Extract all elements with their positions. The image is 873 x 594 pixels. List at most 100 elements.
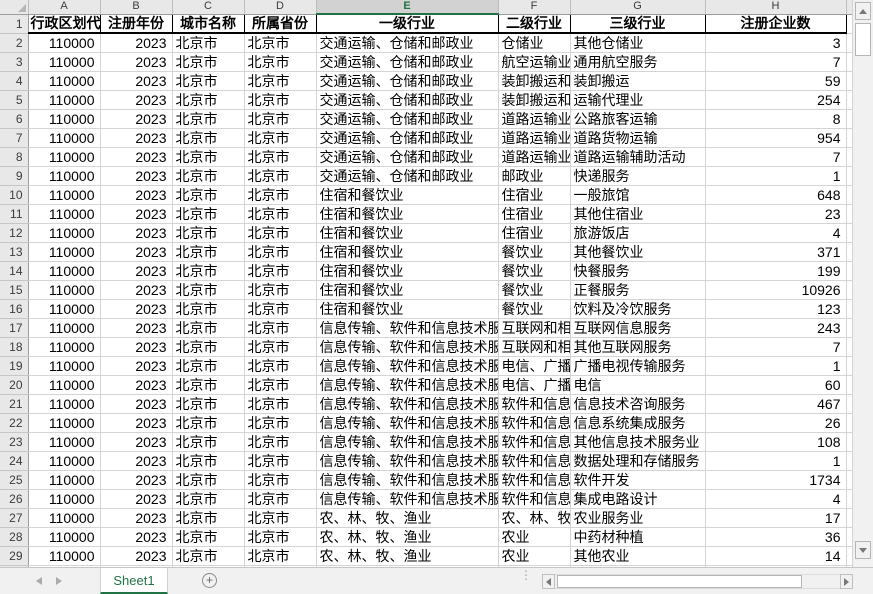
cell-C13[interactable]: 北京市 [172,242,245,262]
cell-H12[interactable]: 4 [705,223,847,243]
cell-B24[interactable]: 2023 [100,451,173,471]
cell-H21[interactable]: 467 [705,394,847,414]
cell-C8[interactable]: 北京市 [172,147,245,167]
cell-D17[interactable]: 北京市 [244,318,317,338]
cell-B2[interactable]: 2023 [100,33,173,53]
cell-E9[interactable]: 交通运输、仓储和邮政业 [316,166,499,186]
cell-A18[interactable]: 110000 [28,337,101,357]
cell-E22[interactable]: 信息传输、软件和信息技术服务业 [316,413,499,433]
cell-A24[interactable]: 110000 [28,451,101,471]
cell-B22[interactable]: 2023 [100,413,173,433]
cell-F28[interactable]: 农业 [498,527,571,547]
cell-A28[interactable]: 110000 [28,527,101,547]
add-sheet-button[interactable]: + [202,573,217,588]
row-header-12[interactable]: 12 [0,223,29,243]
cell-D21[interactable]: 北京市 [244,394,317,414]
cell-A9[interactable]: 110000 [28,166,101,186]
row-header-15[interactable]: 15 [0,280,29,300]
cell-F26[interactable]: 软件和信息技术服务业 [498,489,571,509]
cell-E19[interactable]: 信息传输、软件和信息技术服务业 [316,356,499,376]
cell-E7[interactable]: 交通运输、仓储和邮政业 [316,128,499,148]
cell-B9[interactable]: 2023 [100,166,173,186]
cell-A20[interactable]: 110000 [28,375,101,395]
cell-G29[interactable]: 其他农业 [570,546,706,566]
row-header-6[interactable]: 6 [0,109,29,129]
cell-F9[interactable]: 邮政业 [498,166,571,186]
cell-D8[interactable]: 北京市 [244,147,317,167]
row-header-22[interactable]: 22 [0,413,29,433]
cell-A7[interactable]: 110000 [28,128,101,148]
cell-H13[interactable]: 371 [705,242,847,262]
cell-H14[interactable]: 199 [705,261,847,281]
cell-H7[interactable]: 954 [705,128,847,148]
cell-G26[interactable]: 集成电路设计 [570,489,706,509]
cell-C29[interactable]: 北京市 [172,546,245,566]
cell-A25[interactable]: 110000 [28,470,101,490]
cell-H4[interactable]: 59 [705,71,847,91]
cell-D1[interactable]: 所属省份 [243,13,317,34]
cell-E14[interactable]: 住宿和餐饮业 [316,261,499,281]
cell-B8[interactable]: 2023 [100,147,173,167]
cell-B12[interactable]: 2023 [100,223,173,243]
cell-F6[interactable]: 道路运输业 [498,109,571,129]
cell-G25[interactable]: 软件开发 [570,470,706,490]
cell-A22[interactable]: 110000 [28,413,101,433]
row-header-7[interactable]: 7 [0,128,29,148]
cell-G5[interactable]: 运输代理业 [570,90,706,110]
cell-E16[interactable]: 住宿和餐饮业 [316,299,499,319]
cell-H15[interactable]: 10926 [705,280,847,300]
cell-B18[interactable]: 2023 [100,337,173,357]
cell-E13[interactable]: 住宿和餐饮业 [316,242,499,262]
scroll-up-button[interactable] [855,2,871,20]
cell-C24[interactable]: 北京市 [172,451,245,471]
cell-H9[interactable]: 1 [705,166,847,186]
vertical-scrollbar[interactable] [852,0,873,567]
cell-A21[interactable]: 110000 [28,394,101,414]
cell-B19[interactable]: 2023 [100,356,173,376]
horizontal-scrollbar[interactable] [542,574,853,589]
cell-C3[interactable]: 北京市 [172,52,245,72]
cell-D14[interactable]: 北京市 [244,261,317,281]
row-header-10[interactable]: 10 [0,185,29,205]
cell-E20[interactable]: 信息传输、软件和信息技术服务业 [316,375,499,395]
cell-E2[interactable]: 交通运输、仓储和邮政业 [316,33,499,53]
cell-B7[interactable]: 2023 [100,128,173,148]
row-header-3[interactable]: 3 [0,52,29,72]
cell-B11[interactable]: 2023 [100,204,173,224]
cell-H27[interactable]: 17 [705,508,847,528]
cell-G11[interactable]: 其他住宿业 [570,204,706,224]
cell-E27[interactable]: 农、林、牧、渔业 [316,508,499,528]
cell-G6[interactable]: 公路旅客运输 [570,109,706,129]
row-header-24[interactable]: 24 [0,451,29,471]
cell-E24[interactable]: 信息传输、软件和信息技术服务业 [316,451,499,471]
cell-H20[interactable]: 60 [705,375,847,395]
column-header-E[interactable]: E [316,0,499,15]
horizontal-scroll-thumb[interactable] [557,575,803,588]
column-header-D[interactable]: D [244,0,317,15]
scroll-left-button[interactable] [542,574,555,589]
cell-F14[interactable]: 餐饮业 [498,261,571,281]
cell-D3[interactable]: 北京市 [244,52,317,72]
cell-F13[interactable]: 餐饮业 [498,242,571,262]
cell-G17[interactable]: 互联网信息服务 [570,318,706,338]
cell-A26[interactable]: 110000 [28,489,101,509]
cell-F19[interactable]: 电信、广播电视和卫星传输服务 [498,356,571,376]
cell-F11[interactable]: 住宿业 [498,204,571,224]
cell-B25[interactable]: 2023 [100,470,173,490]
cell-C11[interactable]: 北京市 [172,204,245,224]
cell-H16[interactable]: 123 [705,299,847,319]
cell-G14[interactable]: 快餐服务 [570,261,706,281]
row-header-17[interactable]: 17 [0,318,29,338]
cell-F16[interactable]: 餐饮业 [498,299,571,319]
cell-B20[interactable]: 2023 [100,375,173,395]
cell-H3[interactable]: 7 [705,52,847,72]
cell-D9[interactable]: 北京市 [244,166,317,186]
cell-B13[interactable]: 2023 [100,242,173,262]
cell-B3[interactable]: 2023 [100,52,173,72]
cell-A17[interactable]: 110000 [28,318,101,338]
cell-H24[interactable]: 1 [705,451,847,471]
cell-F1[interactable]: 二级行业 [497,13,571,34]
cell-H8[interactable]: 7 [705,147,847,167]
cell-F12[interactable]: 住宿业 [498,223,571,243]
cell-E11[interactable]: 住宿和餐饮业 [316,204,499,224]
